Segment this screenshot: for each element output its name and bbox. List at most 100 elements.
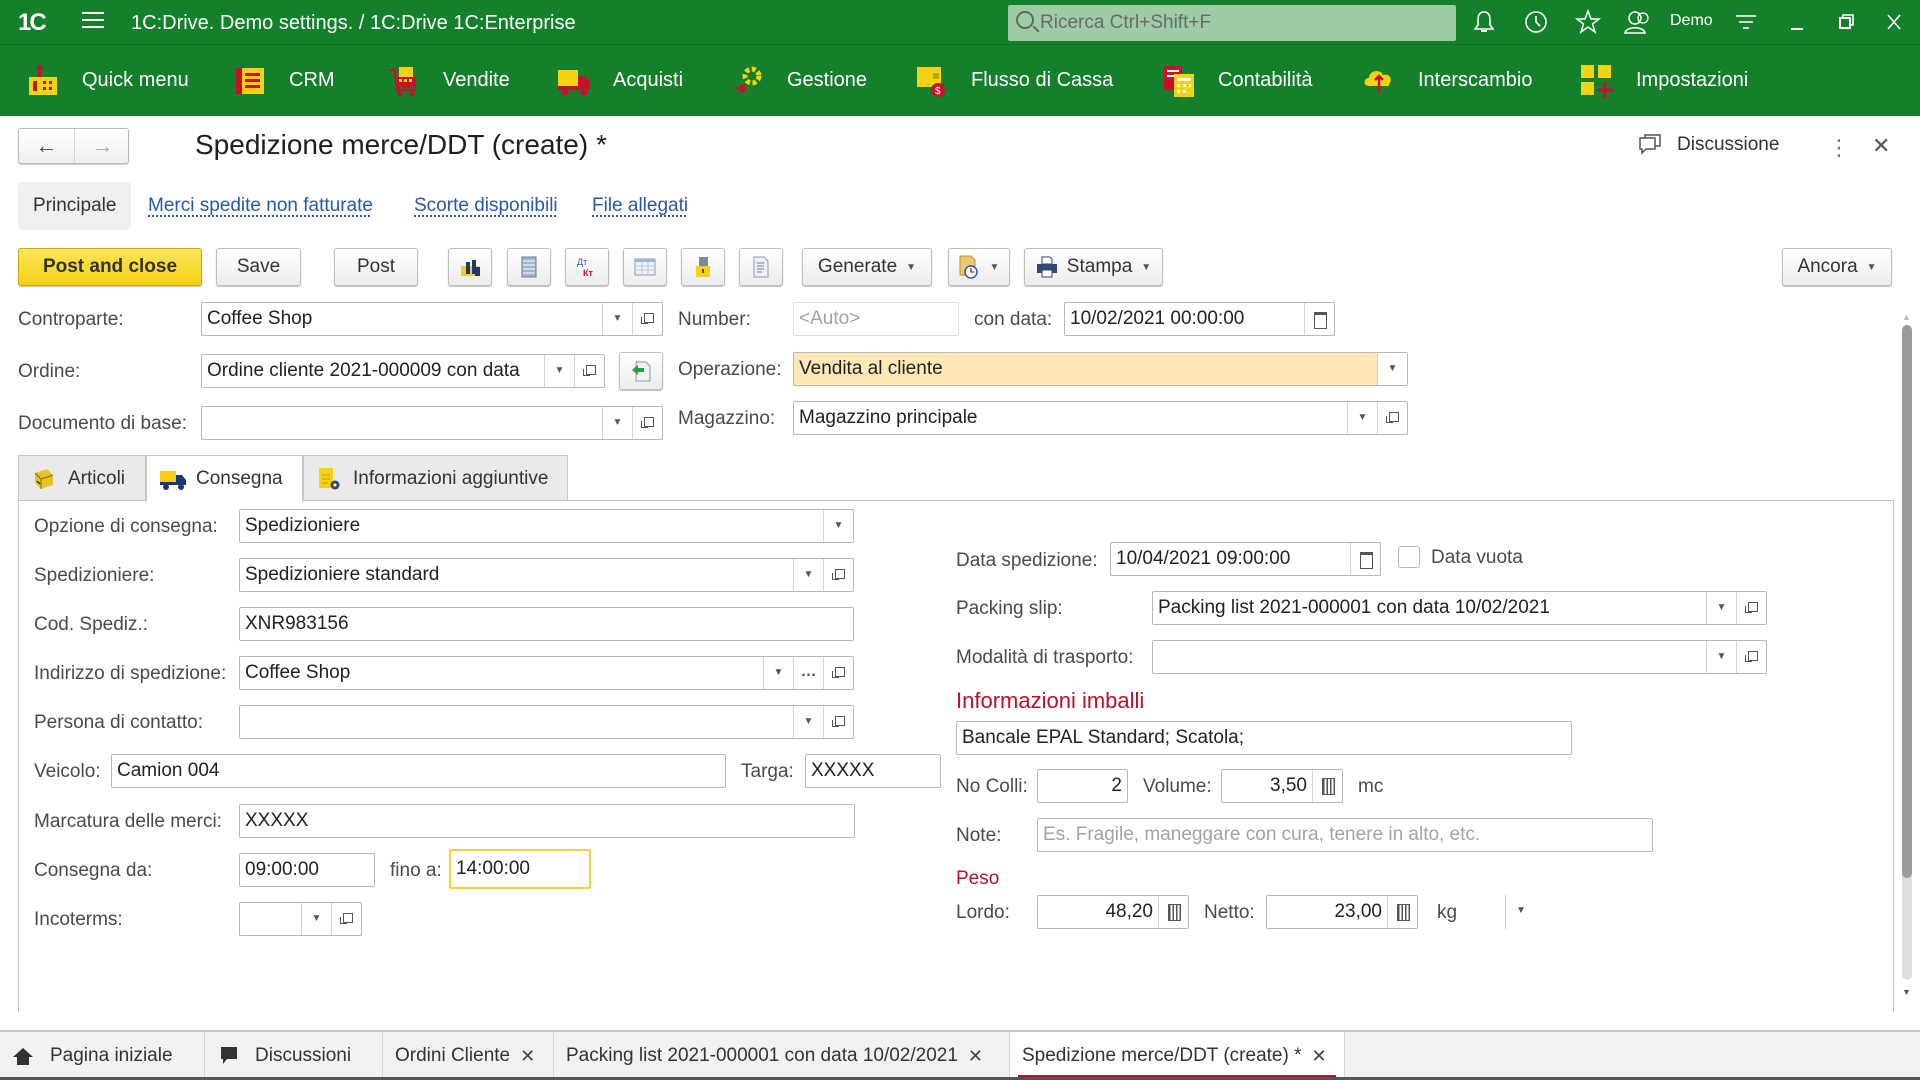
fill-from-order-button[interactable] (619, 352, 663, 390)
calendar-icon[interactable] (1304, 303, 1334, 335)
calculator-icon[interactable] (1158, 896, 1188, 928)
section-impostazioni[interactable]: Impostazioni (1580, 45, 1748, 116)
print-button[interactable]: Stampa ▼ (1024, 248, 1163, 286)
open-icon[interactable] (823, 657, 853, 689)
tab-file-allegati[interactable]: File allegati (592, 182, 688, 230)
main-menu-icon[interactable] (82, 12, 104, 30)
user-icon[interactable] (1624, 9, 1652, 37)
open-icon[interactable] (574, 355, 604, 387)
packing-slip-input[interactable] (1153, 592, 1706, 624)
vehicle-input[interactable] (112, 755, 725, 787)
discussion-button[interactable]: Discussione (1637, 132, 1779, 158)
close-tab-icon[interactable]: ✕ (520, 1046, 535, 1067)
chevron-down-icon[interactable]: ▼ (602, 407, 632, 439)
close-tab-icon[interactable]: ✕ (1311, 1046, 1326, 1067)
chevron-down-icon[interactable]: ▼ (793, 559, 823, 591)
tab-principale[interactable]: Principale (18, 182, 132, 230)
movements-button[interactable] (507, 248, 551, 286)
window-tab-customer-orders[interactable]: Ordini Cliente ✕ (383, 1032, 554, 1080)
reminder-button[interactable]: ▼ (948, 248, 1010, 286)
order-input[interactable] (202, 355, 544, 387)
report-table-button[interactable] (623, 248, 667, 286)
bell-icon[interactable] (1470, 9, 1498, 37)
back-arrow-icon[interactable]: ← (19, 129, 74, 163)
generate-button[interactable]: Generate ▼ (802, 248, 932, 286)
scroll-down-arrow[interactable]: ▼ (1902, 987, 1911, 997)
weight-unit-dropdown-icon[interactable]: ▼ (1516, 905, 1526, 916)
settings-menu-icon[interactable] (1732, 9, 1760, 37)
volume-input[interactable] (1222, 770, 1312, 802)
page-tab-informazioni-aggiuntive[interactable]: Informazioni aggiuntive (303, 455, 568, 501)
save-button[interactable]: Save (216, 248, 301, 286)
section-acquisti[interactable]: Acquisti (557, 45, 683, 116)
chevron-down-icon[interactable]: ▼ (1706, 592, 1736, 624)
section-crm[interactable]: CRM (233, 45, 335, 116)
packages-input[interactable] (1038, 770, 1127, 802)
chevron-down-icon[interactable]: ▼ (823, 510, 853, 542)
section-quick-menu[interactable]: Quick menu (26, 45, 189, 116)
packaging-input[interactable] (957, 722, 1571, 754)
tab-merci-spedite[interactable]: Merci spedite non fatturate (148, 182, 373, 230)
close-icon[interactable] (1880, 9, 1908, 37)
page-tab-articoli[interactable]: Articoli (18, 455, 146, 501)
open-icon[interactable] (823, 706, 853, 738)
scrollbar-thumb[interactable] (1902, 325, 1912, 878)
lock-button[interactable] (681, 248, 725, 286)
chevron-down-icon[interactable]: ▼ (1347, 402, 1377, 434)
section-flusso-di-cassa[interactable]: $ Flusso di Cassa (915, 45, 1113, 116)
delivery-option-input[interactable] (240, 510, 823, 542)
chevron-down-icon[interactable]: ▼ (544, 355, 574, 387)
accounting-entries-button[interactable]: Дт Кт (565, 248, 609, 286)
minimize-icon[interactable] (1783, 9, 1811, 37)
forward-arrow-icon[interactable]: → (75, 129, 130, 163)
window-tab-home[interactable]: Pagina iniziale (0, 1032, 205, 1080)
ellipsis-icon[interactable]: … (793, 657, 823, 689)
open-icon[interactable] (1377, 402, 1407, 434)
marking-input[interactable] (240, 805, 854, 837)
open-icon[interactable] (331, 903, 361, 935)
section-gestione[interactable]: Gestione (731, 45, 867, 116)
transport-input[interactable] (1153, 641, 1706, 673)
page-tab-consegna[interactable]: Consegna (146, 455, 303, 502)
scroll-up-arrow[interactable]: ▲ (1902, 312, 1911, 322)
operation-input[interactable] (794, 353, 1377, 385)
history-icon[interactable] (1522, 9, 1550, 37)
search-input[interactable] (1040, 5, 1440, 41)
carrier-input[interactable] (240, 559, 793, 591)
chevron-down-icon[interactable]: ▼ (301, 903, 331, 935)
window-tab-discussions[interactable]: Discussioni (205, 1032, 383, 1080)
form-close-icon[interactable]: ✕ (1872, 133, 1890, 159)
delivery-to-input[interactable] (451, 851, 589, 887)
global-search[interactable] (1008, 5, 1456, 41)
star-icon[interactable] (1574, 8, 1602, 37)
section-interscambio[interactable]: Interscambio (1362, 45, 1533, 116)
counterparty-input[interactable] (202, 303, 602, 335)
warehouse-input[interactable] (794, 402, 1347, 434)
post-and-close-button[interactable]: Post and close (18, 248, 202, 286)
more-actions-button[interactable]: Ancora ▼ (1782, 248, 1892, 286)
chevron-down-icon[interactable]: ▼ (1706, 641, 1736, 673)
calculator-icon[interactable] (1387, 896, 1417, 928)
calendar-icon[interactable] (1350, 543, 1380, 575)
calculator-icon[interactable] (1312, 770, 1342, 802)
chevron-down-icon[interactable]: ▼ (793, 706, 823, 738)
empty-date-checkbox[interactable] (1398, 546, 1420, 568)
structure-button[interactable] (448, 248, 492, 286)
chevron-down-icon[interactable]: ▼ (763, 657, 793, 689)
gross-weight-input[interactable] (1038, 896, 1158, 928)
open-icon[interactable] (823, 559, 853, 591)
base-document-input[interactable] (202, 407, 602, 439)
section-contabilita[interactable]: Contabilità (1162, 45, 1313, 116)
number-input[interactable] (794, 303, 958, 335)
open-icon[interactable] (632, 407, 662, 439)
chevron-down-icon[interactable]: ▼ (1377, 353, 1407, 385)
section-vendite[interactable]: Vendite (387, 45, 510, 116)
chevron-down-icon[interactable]: ▼ (602, 303, 632, 335)
contact-input[interactable] (240, 706, 793, 738)
close-tab-icon[interactable]: ✕ (968, 1046, 983, 1067)
net-weight-input[interactable] (1267, 896, 1387, 928)
post-button[interactable]: Post (334, 248, 418, 286)
tab-scorte-disponibili[interactable]: Scorte disponibili (414, 182, 558, 230)
open-icon[interactable] (1736, 592, 1766, 624)
plate-input[interactable] (806, 755, 940, 787)
